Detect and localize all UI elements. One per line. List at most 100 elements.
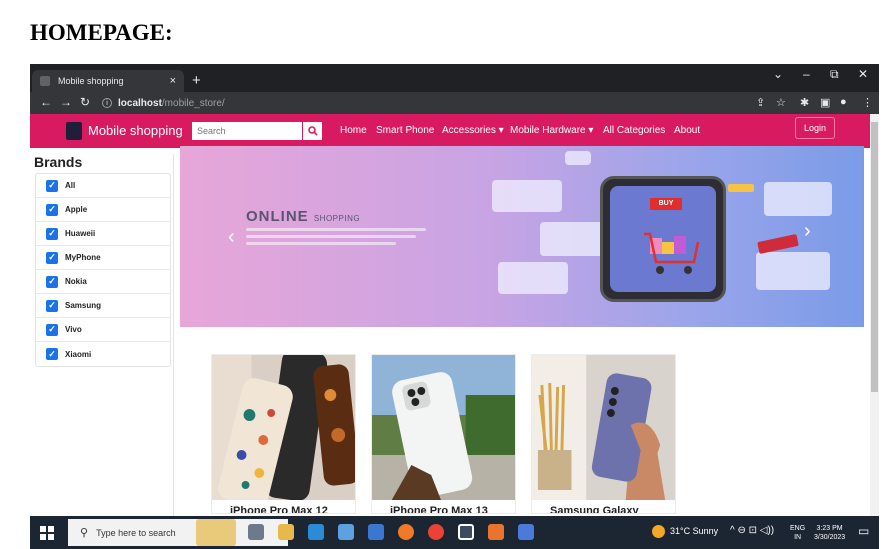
store-icon[interactable] (338, 524, 354, 540)
product-image (532, 355, 675, 500)
file-explorer-icon[interactable] (278, 524, 294, 540)
brand-label: Vivo (65, 325, 82, 334)
language-indicator[interactable]: ENG IN (790, 524, 805, 542)
checkbox-checked-icon[interactable]: ✓ (46, 275, 58, 288)
brand-filter-myphone[interactable]: ✓ MyPhone (36, 246, 170, 270)
firefox-icon[interactable] (398, 524, 414, 540)
brand-label: Xiaomi (65, 349, 92, 359)
notification-icon[interactable]: ▭ (858, 524, 869, 538)
page-scrollbar[interactable] (870, 114, 879, 516)
brand-filter-all[interactable]: ✓ All (36, 174, 170, 198)
product-card[interactable]: iPhone Pro Max 12 (211, 354, 356, 514)
profile-icon[interactable]: ● (840, 96, 847, 108)
nav-link-smart-phone[interactable]: Smart Phone (376, 125, 434, 136)
brand-label: All (65, 181, 76, 190)
banner-product-card (764, 182, 832, 216)
banner-headline-main: ONLINE (246, 208, 309, 225)
banner-product-card (498, 262, 568, 294)
banner-text-lines (246, 228, 436, 249)
chrome-icon[interactable] (428, 524, 444, 540)
menu-kebab-icon[interactable]: ⋮ (862, 96, 873, 109)
carousel-next-chevron-icon[interactable]: › (804, 220, 811, 243)
brand-filter-list: ✓ All ✓ Apple ✓ Huaweii ✓ MyPhone ✓ Nokia ✓ Sa… (35, 173, 171, 367)
site-favicon-icon (40, 76, 50, 86)
url-host: localhost (118, 97, 162, 109)
checkbox-checked-icon[interactable]: ✓ (46, 348, 58, 360)
search-highlight-icon[interactable] (196, 519, 236, 546)
site-navbar: Mobile shopping Home Smart Phone Accesso… (30, 114, 870, 148)
side-panel-icon[interactable]: ▣ (820, 96, 830, 109)
back-arrow-icon[interactable]: ← (40, 95, 52, 109)
app-icon[interactable] (518, 524, 534, 540)
brand-filter-xiaomi[interactable]: ✓ Xiaomi (36, 342, 170, 366)
brand-filter-samsung[interactable]: ✓ Samsung (36, 294, 170, 318)
clock[interactable]: 3:23 PM 3/30/2023 (814, 524, 845, 542)
brand-filter-nokia[interactable]: ✓ Nokia (36, 270, 170, 294)
weather-sun-icon[interactable] (652, 525, 665, 538)
product-name[interactable]: iPhone Pro Max 13 (390, 505, 488, 513)
scrollbar-thumb[interactable] (871, 122, 878, 392)
carousel-prev-chevron-icon[interactable]: ‹ (228, 226, 235, 249)
taskbar-search-placeholder: Type here to search (96, 527, 176, 538)
weather-text[interactable]: 31°C Sunny (670, 526, 718, 536)
xampp-icon[interactable] (488, 524, 504, 540)
login-button[interactable]: Login (795, 117, 835, 139)
reload-icon[interactable]: ↻ (80, 95, 90, 109)
checkbox-checked-icon[interactable]: ✓ (46, 179, 58, 192)
checkbox-checked-icon[interactable]: ✓ (46, 227, 58, 240)
forward-arrow-icon[interactable]: → (60, 95, 72, 109)
edge-icon[interactable] (308, 524, 324, 540)
close-window-button[interactable]: ✕ (858, 67, 868, 81)
tab-close-icon[interactable]: × (170, 75, 176, 87)
search-button[interactable] (303, 122, 322, 140)
banner-product-card (756, 252, 830, 290)
checkbox-checked-icon[interactable]: ✓ (46, 323, 58, 336)
nav-dropdown-accessories[interactable]: Accessories ▾ (442, 125, 504, 136)
banner-product-card (540, 222, 604, 256)
nav-dropdown-mobile-hardware[interactable]: Mobile Hardware ▾ (510, 125, 593, 136)
brand-name[interactable]: Mobile shopping (88, 123, 183, 138)
document-heading: HOMEPAGE: (30, 20, 173, 45)
windows-start-icon[interactable] (40, 526, 54, 540)
browser-tab[interactable]: Mobile shopping × (32, 70, 184, 92)
brand-filter-huaweii[interactable]: ✓ Huaweii (36, 222, 170, 246)
product-image (212, 355, 355, 500)
new-tab-button[interactable]: + (192, 72, 201, 89)
restore-button[interactable]: ⧉ (830, 67, 839, 82)
sidebar-divider (173, 154, 174, 529)
checkbox-checked-icon[interactable]: ✓ (46, 203, 58, 216)
chrome-active-icon[interactable] (458, 524, 474, 540)
hero-carousel[interactable]: ONLINE SHOPPING BUY ‹ › (180, 146, 864, 327)
share-icon[interactable]: ⇪ (756, 96, 765, 109)
task-view-icon[interactable] (248, 524, 264, 540)
mail-icon[interactable] (368, 524, 384, 540)
url-field[interactable]: i localhost /mobile_store/ (102, 95, 742, 111)
tab-title: Mobile shopping (58, 76, 124, 86)
brand-logo-icon[interactable] (66, 122, 82, 140)
brand-filter-apple[interactable]: ✓ Apple (36, 198, 170, 222)
product-card[interactable]: Samsung Galaxy (531, 354, 676, 514)
nav-link-all-categories[interactable]: All Categories (603, 125, 665, 136)
search-icon: ⚲ (80, 527, 89, 539)
brand-filter-vivo[interactable]: ✓ Vivo (36, 318, 170, 342)
banner-headline: ONLINE SHOPPING (246, 208, 360, 225)
extensions-icon[interactable]: ✱ (800, 96, 809, 109)
minimize-button[interactable]: – (803, 67, 810, 81)
product-name[interactable]: Samsung Galaxy (550, 505, 639, 513)
address-bar: ← → ↻ i localhost /mobile_store/ ⇪ ☆ ✱ ▣… (30, 92, 879, 114)
banner-chat-bubble (565, 151, 591, 165)
product-name[interactable]: iPhone Pro Max 12 (230, 505, 328, 513)
tab-search-icon[interactable]: ⌄ (773, 67, 783, 81)
bookmark-star-icon[interactable]: ☆ (776, 96, 786, 109)
checkbox-checked-icon[interactable]: ✓ (46, 251, 58, 264)
brand-label: Huaweii (65, 229, 96, 238)
product-card[interactable]: iPhone Pro Max 13 (371, 354, 516, 514)
nav-link-about[interactable]: About (674, 125, 700, 136)
tray-icons[interactable]: ^ ⊖ ⊡ ◁)) (730, 525, 774, 536)
buy-tag: BUY (650, 198, 682, 210)
site-info-icon[interactable]: i (102, 98, 112, 108)
url-path: /mobile_store/ (161, 97, 225, 109)
search-input[interactable] (192, 122, 302, 140)
nav-link-home[interactable]: Home (340, 125, 367, 136)
checkbox-checked-icon[interactable]: ✓ (46, 299, 58, 312)
